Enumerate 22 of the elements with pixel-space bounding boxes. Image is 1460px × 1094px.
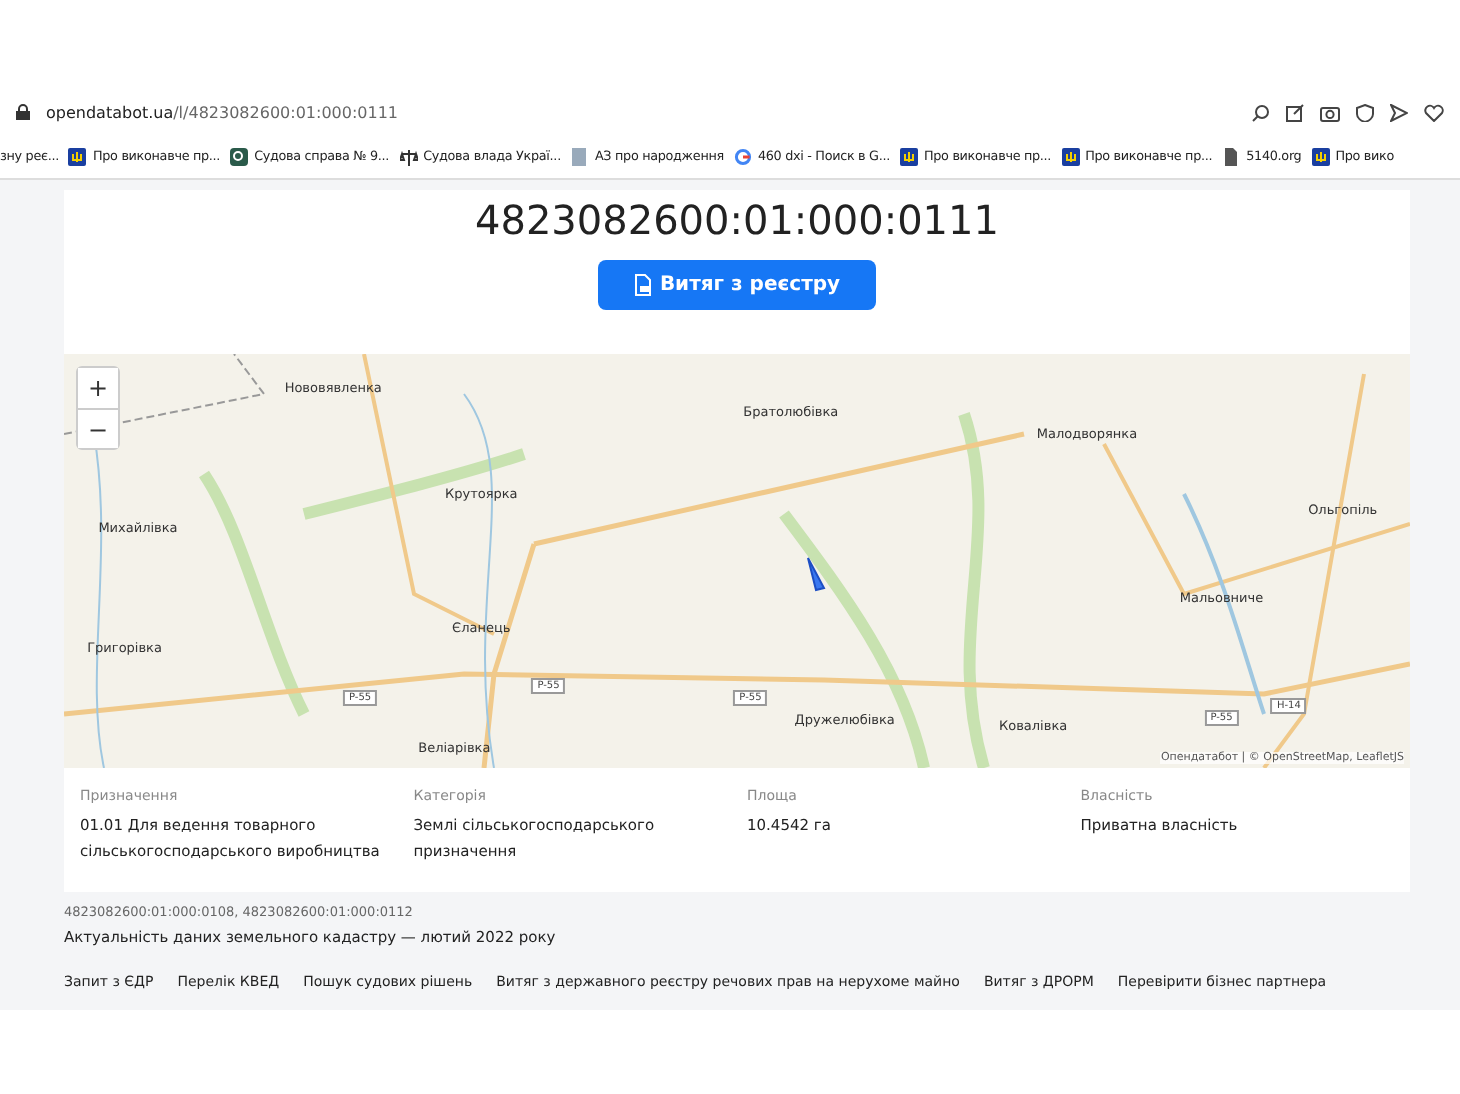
camera-icon[interactable] (1320, 103, 1340, 121)
g-letter-icon (733, 147, 752, 165)
pdf-file-icon (633, 274, 652, 296)
land-parcel-shape[interactable] (807, 557, 826, 592)
cadastral-number: 4823082600:01:000:0111 (475, 196, 999, 244)
send-icon[interactable] (1390, 103, 1408, 121)
emblem-icon (1061, 147, 1080, 165)
address-url[interactable]: opendatabot.ua/l/4823082600:01:000:0111 (46, 103, 399, 121)
search-icon (230, 147, 249, 165)
emblem-icon (68, 147, 87, 165)
file-icon (1222, 147, 1241, 165)
zoom-out-button[interactable]: − (78, 408, 118, 448)
document-icon (570, 147, 589, 165)
extract-button[interactable]: Витяг з реєстру (597, 260, 877, 310)
share-icon[interactable] (1286, 103, 1304, 121)
lock-icon (16, 104, 30, 120)
scales-icon (399, 147, 418, 165)
emblem-icon (899, 147, 918, 165)
heart-icon[interactable] (1424, 103, 1444, 121)
search-icon[interactable] (1252, 103, 1270, 121)
shield-icon[interactable] (1356, 103, 1374, 121)
emblem-icon (1311, 147, 1330, 165)
